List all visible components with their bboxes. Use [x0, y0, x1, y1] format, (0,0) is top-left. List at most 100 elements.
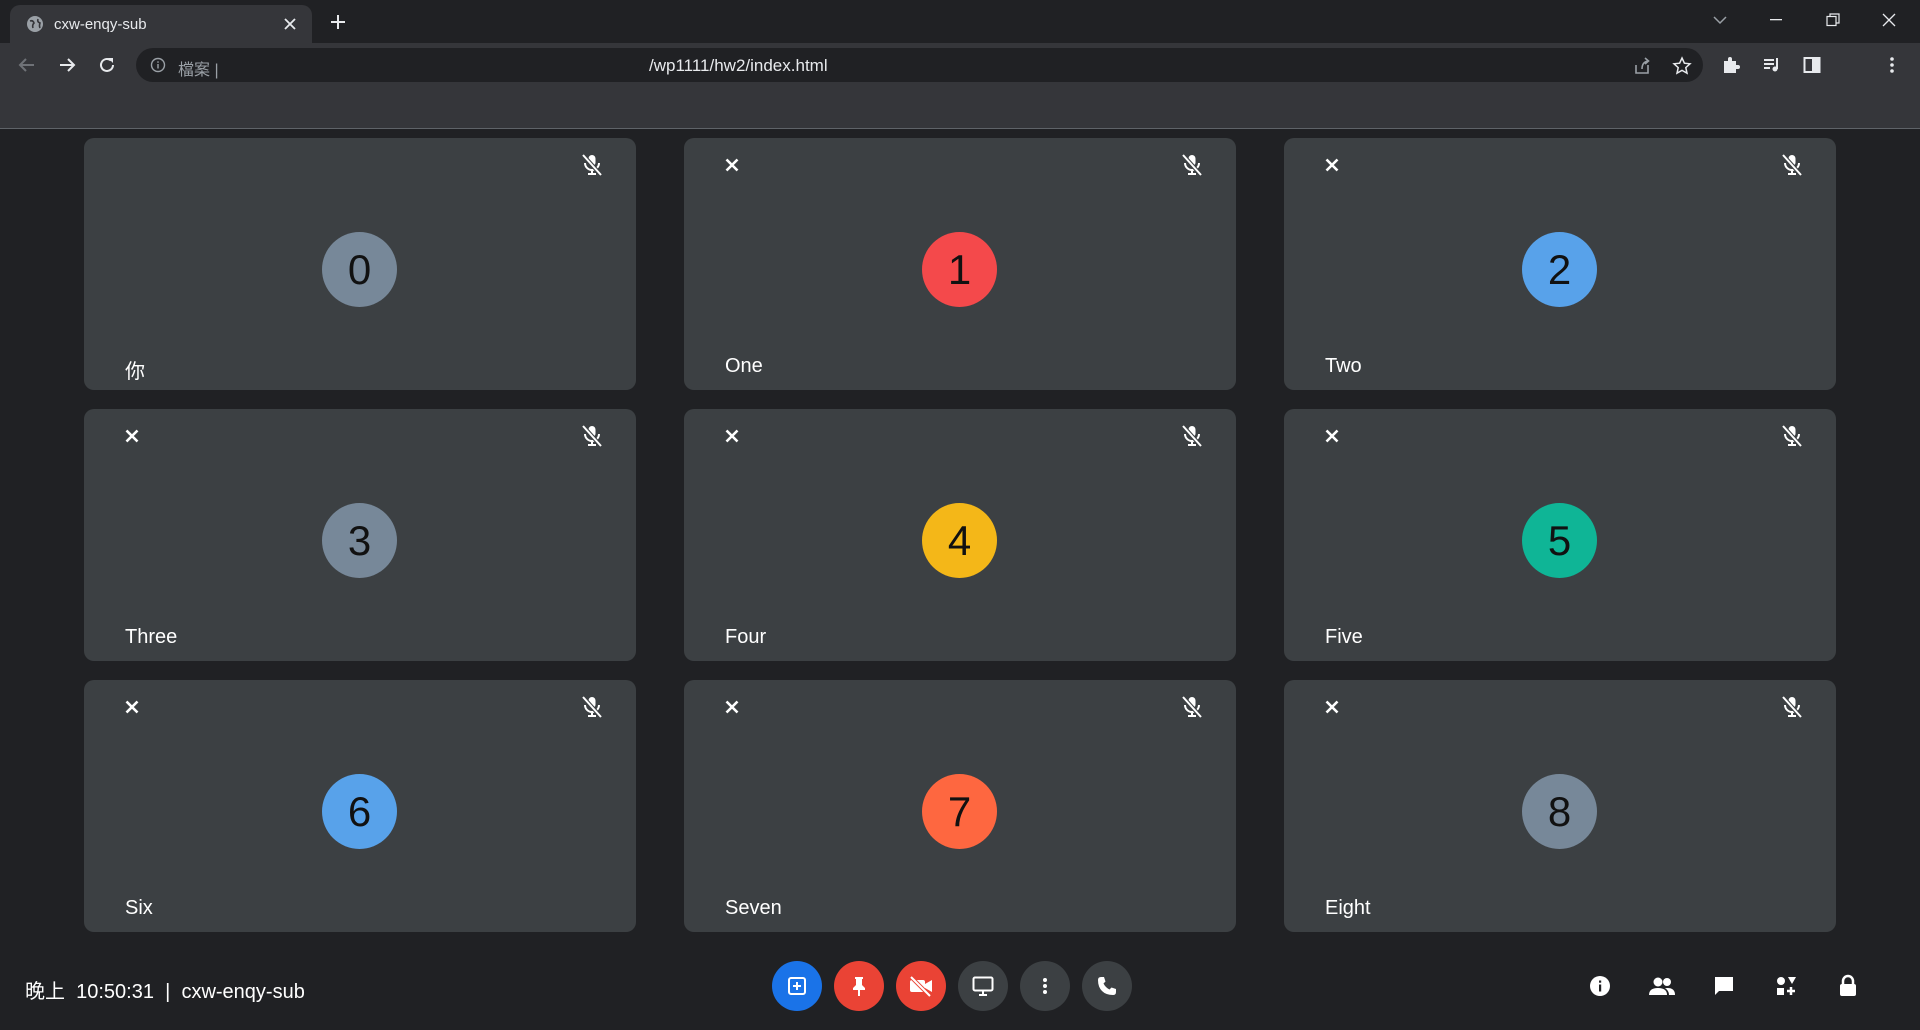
mic-off-icon[interactable] [1177, 421, 1207, 451]
participant-tile: 8 Eight [1284, 680, 1836, 932]
participant-avatar: 3 [322, 503, 397, 578]
participant-tile: 3 Three [84, 409, 636, 661]
camera-off-button[interactable] [896, 961, 946, 1011]
info-icon[interactable] [150, 57, 166, 73]
close-icon[interactable] [720, 695, 744, 719]
avatar-number: 5 [1547, 516, 1572, 564]
participant-tile: 2 Two [1284, 138, 1836, 390]
avatar-number: 7 [947, 787, 972, 835]
avatar-number: 3 [347, 516, 372, 564]
mic-off-icon[interactable] [1177, 692, 1207, 722]
leave-call-button[interactable] [1082, 961, 1132, 1011]
participant-name: 你 [125, 361, 145, 383]
close-icon[interactable] [720, 153, 744, 177]
media-queue-icon[interactable] [1760, 53, 1784, 77]
browser-toolbar: 檔案 | /wp1111/hw2/index.html [0, 43, 1920, 86]
mic-off-icon[interactable] [1177, 150, 1207, 180]
participant-tile: 1 One [684, 138, 1236, 390]
mic-off-icon[interactable] [577, 692, 607, 722]
add-box-icon [787, 976, 807, 996]
participant-avatar: 4 [922, 503, 997, 578]
pin-icon [849, 975, 869, 997]
participant-name: One [725, 355, 763, 377]
participant-avatar: 1 [922, 232, 997, 307]
share-icon[interactable] [1631, 55, 1653, 77]
back-icon[interactable] [14, 52, 40, 78]
clock-time: 10:50:31 [76, 981, 154, 1003]
address-scheme-label: 檔案 | [178, 62, 219, 79]
more-options-button[interactable] [1020, 961, 1070, 1011]
minimize-button[interactable] [1753, 6, 1799, 34]
new-tab-button[interactable] [326, 10, 350, 34]
close-icon[interactable] [120, 424, 144, 448]
bookmark-bar [0, 86, 1920, 129]
participant-tile: 6 Six [84, 680, 636, 932]
more-menu-icon[interactable] [1880, 53, 1904, 77]
close-icon[interactable] [1320, 424, 1344, 448]
participant-tile: 7 Seven [684, 680, 1236, 932]
forward-icon[interactable] [54, 52, 80, 78]
tab-search-icon[interactable] [1697, 6, 1743, 34]
side-panel-icon[interactable] [1800, 53, 1824, 77]
people-icon[interactable] [1647, 971, 1677, 1001]
info-icon[interactable] [1585, 971, 1615, 1001]
browser-titlebar: cxw-enqy-sub [0, 0, 1920, 43]
phone-icon [1096, 975, 1118, 997]
avatar-number: 6 [347, 787, 372, 835]
monitor-icon [972, 976, 994, 996]
avatar-number: 4 [947, 516, 972, 564]
separator: | [165, 981, 171, 1003]
avatar-number: 0 [347, 245, 372, 293]
time-of-day: 晚上 [25, 981, 65, 1003]
globe-icon [26, 15, 44, 33]
participant-name: Two [1325, 355, 1362, 377]
avatar-number: 1 [947, 245, 972, 293]
present-button[interactable] [772, 961, 822, 1011]
restore-button[interactable] [1810, 6, 1856, 34]
mic-off-icon[interactable] [1777, 692, 1807, 722]
extensions-icon[interactable] [1719, 53, 1743, 77]
address-url: /wp1111/hw2/index.html [649, 56, 828, 75]
mic-off-icon[interactable] [1777, 421, 1807, 451]
participant-tile: 5 Five [1284, 409, 1836, 661]
participant-avatar: 5 [1522, 503, 1597, 578]
lock-icon[interactable] [1833, 971, 1863, 1001]
participant-tile: 0 你 [84, 138, 636, 390]
chat-icon[interactable] [1709, 971, 1739, 1001]
participant-avatar: 0 [322, 232, 397, 307]
participant-name: Six [125, 897, 153, 919]
participant-grid: 0 你 1 One 2 Two 3 Three 4 Four 5 Five 6 … [84, 138, 1836, 932]
participant-name: Seven [725, 897, 782, 919]
participant-tile: 4 Four [684, 409, 1236, 661]
reload-icon[interactable] [94, 52, 120, 78]
videocam-off-icon [908, 975, 934, 997]
pin-button[interactable] [834, 961, 884, 1011]
close-window-button[interactable] [1866, 6, 1912, 34]
meeting-code: cxw-enqy-sub [181, 981, 305, 1003]
tab-close-icon[interactable] [280, 14, 300, 34]
participant-name: Four [725, 626, 767, 648]
address-bar[interactable]: 檔案 | /wp1111/hw2/index.html [136, 48, 1703, 82]
mic-off-icon[interactable] [1777, 150, 1807, 180]
participant-name: Three [125, 626, 178, 648]
tab-title: cxw-enqy-sub [54, 15, 147, 33]
bookmark-star-icon[interactable] [1671, 55, 1693, 77]
screen-share-button[interactable] [958, 961, 1008, 1011]
activities-icon[interactable] [1771, 971, 1801, 1001]
close-icon[interactable] [1320, 153, 1344, 177]
participant-avatar: 6 [322, 774, 397, 849]
browser-tab[interactable]: cxw-enqy-sub [10, 5, 312, 43]
mic-off-icon[interactable] [577, 150, 607, 180]
avatar-number: 8 [1547, 787, 1572, 835]
more-vert-icon [1042, 977, 1048, 995]
participant-name: Five [1325, 626, 1363, 648]
close-icon[interactable] [1320, 695, 1344, 719]
avatar-number: 2 [1547, 245, 1572, 293]
participant-avatar: 7 [922, 774, 997, 849]
mic-off-icon[interactable] [577, 421, 607, 451]
close-icon[interactable] [120, 695, 144, 719]
participant-name: Eight [1325, 897, 1371, 919]
participant-avatar: 2 [1522, 232, 1597, 307]
close-icon[interactable] [720, 424, 744, 448]
participant-avatar: 8 [1522, 774, 1597, 849]
